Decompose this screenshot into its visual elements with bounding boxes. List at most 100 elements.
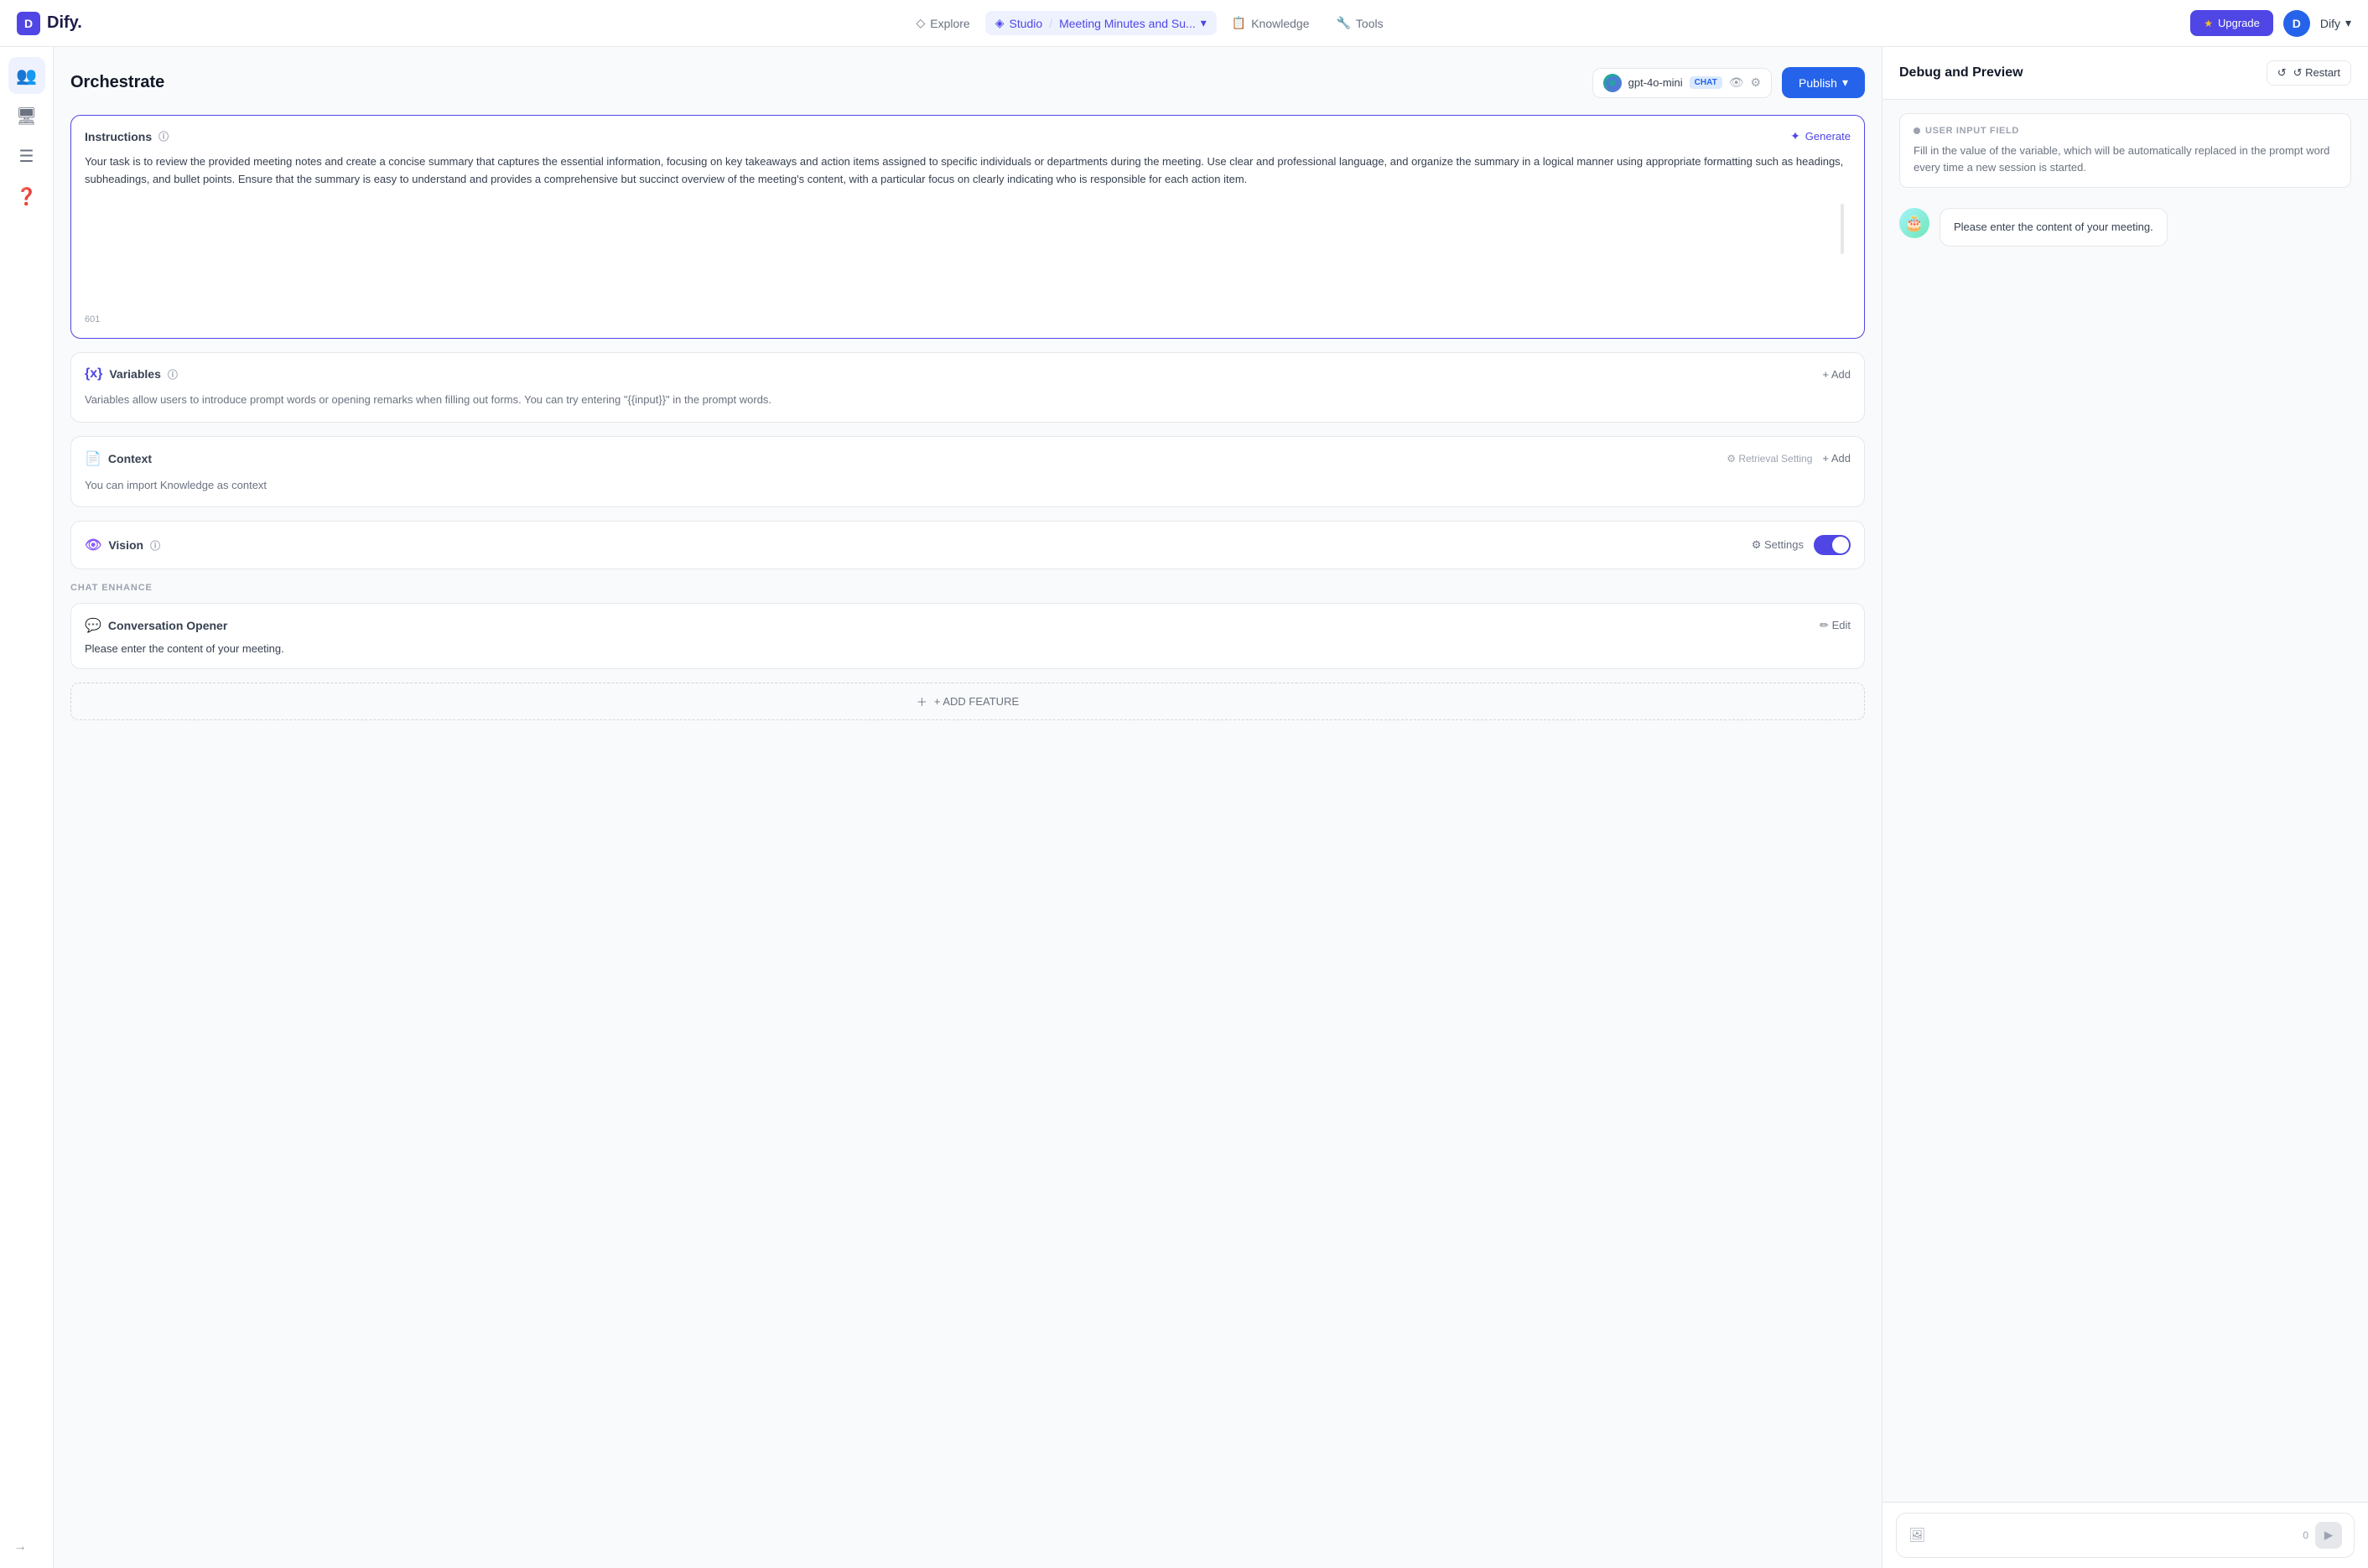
user-dropdown-icon: ▾ [2345,16,2351,30]
attachment-icon[interactable]: 🖼 [1908,1527,1925,1544]
chat-avatar: 🎂 [1899,208,1929,238]
instructions-header: Instructions ⓘ ✦ Generate [85,129,1851,143]
publish-button[interactable]: Publish ▾ [1782,67,1865,98]
variables-icon: {x} [85,366,102,382]
logo[interactable]: D Dify. [17,12,82,35]
vision-title: 👁 Vision ⓘ [85,537,160,553]
uif-description: Fill in the value of the variable, which… [1914,143,2337,175]
debug-footer: 🖼 0 ▶ [1882,1502,2368,1568]
add-feature-plus-icon: ＋ [917,693,927,709]
chat-char-count: 0 [2303,1529,2308,1541]
explore-icon: ◇ [916,16,925,30]
uif-header: USER INPUT FIELD [1914,126,2337,136]
star-icon: ★ [2204,18,2213,29]
chat-bubble: Please enter the content of your meeting… [1940,208,2168,247]
tools-icon: 🔧 [1336,16,1350,30]
sidebar-icon-help[interactable]: ❓ [8,178,45,215]
chat-input-row: 🖼 0 ▶ [1896,1513,2355,1558]
context-description: You can import Knowledge as context [85,477,1851,494]
retrieval-setting-button[interactable]: ⚙ Retrieval Setting [1727,453,1812,465]
nav-knowledge[interactable]: 📋 Knowledge [1220,11,1322,35]
orchestrate-title: Orchestrate [70,73,164,92]
sidebar-icon-people[interactable]: 👥 [8,57,45,94]
chat-input[interactable] [1932,1529,2296,1542]
toggle-knob [1832,537,1849,553]
restart-icon: ↺ [2277,66,2287,80]
restart-button[interactable]: ↺ ↺ Restart [2267,60,2351,86]
knowledge-icon: 📋 [1232,16,1246,30]
logo-text: Dify. [47,13,82,33]
main: Orchestrate gpt-4o-mini CHAT 👁 ⚙ Publish… [54,47,2368,1568]
variables-info-icon: ⓘ [168,367,178,382]
conv-opener-icon: 💬 [85,617,101,634]
vision-settings-button[interactable]: ⚙ Settings [1752,538,1804,552]
add-feature-button[interactable]: ＋ + ADD FEATURE [70,683,1865,720]
vision-row: 👁 Vision ⓘ ⚙ Settings [85,535,1851,555]
context-add-button[interactable]: + Add [1822,452,1851,465]
context-card: 📄 Context ⚙ Retrieval Setting + Add You … [70,436,1865,508]
topnav-right: ★ Upgrade D Dify ▾ [2190,10,2351,37]
variables-description: Variables allow users to introduce promp… [85,392,1851,408]
topnav-center: ◇ Explore ◈ Studio / Meeting Minutes and… [109,11,2190,35]
model-settings-icon[interactable]: ⚙ [1750,75,1761,90]
uif-dot [1914,127,1920,134]
model-selector[interactable]: gpt-4o-mini CHAT 👁 ⚙ [1592,68,1772,98]
send-button[interactable]: ▶ [2315,1522,2342,1549]
nav-separator: / [1049,17,1052,30]
studio-icon: ◈ [995,16,1005,30]
sidebar-icon-monitor[interactable]: 🖥 [8,97,45,134]
debug-title: Debug and Preview [1899,65,2023,80]
vision-info-icon: ⓘ [150,538,160,553]
conv-opener-text: Please enter the content of your meeting… [85,642,1851,655]
nav-studio[interactable]: ◈ Studio / Meeting Minutes and Su... ▾ [985,11,1217,35]
context-title: 📄 Context [85,450,152,467]
instructions-title: Instructions ⓘ [85,129,169,143]
instructions-card: Instructions ⓘ ✦ Generate Your task is t… [70,115,1865,339]
conv-opener-header: 💬 Conversation Opener ✏ Edit [85,617,1851,634]
variables-card: {x} Variables ⓘ + Add Variables allow us… [70,352,1865,423]
scroll-indicator [1841,204,1844,254]
generate-button[interactable]: ✦ Generate [1790,129,1851,143]
nav-explore[interactable]: ◇ Explore [904,11,981,35]
publish-dropdown-icon: ▾ [1842,75,1848,90]
nav-project-name: Meeting Minutes and Su... [1059,17,1196,30]
instructions-label: Instructions [85,130,152,143]
logo-icon: D [17,12,40,35]
user-menu[interactable]: Dify ▾ [2320,16,2351,30]
context-icon: 📄 [85,450,101,467]
topnav: D Dify. ◇ Explore ◈ Studio / Meeting Min… [0,0,2368,47]
upgrade-button[interactable]: ★ Upgrade [2190,10,2273,36]
vision-card: 👁 Vision ⓘ ⚙ Settings [70,521,1865,569]
chat-message: 🎂 Please enter the content of your meeti… [1899,201,2351,253]
dropdown-icon: ▾ [1201,16,1207,30]
user-input-field: USER INPUT FIELD Fill in the value of th… [1899,113,2351,188]
send-icon: ▶ [2324,1529,2333,1542]
chat-enhance-section: CHAT ENHANCE 💬 Conversation Opener ✏ Edi… [70,583,1865,720]
vision-toggle[interactable] [1814,535,1851,555]
sparkle-icon: ✦ [1790,129,1800,143]
model-badge: CHAT [1690,76,1722,89]
model-icon [1603,74,1622,92]
vision-icon: 👁 [85,537,101,553]
sidebar-top: 👥 🖥 ☰ ❓ [8,57,45,1555]
nav-tools[interactable]: 🔧 Tools [1324,11,1394,35]
model-eye-icon: 👁 [1729,75,1744,90]
instructions-text-area[interactable]: Your task is to review the provided meet… [85,153,1851,304]
variables-header: {x} Variables ⓘ + Add [85,366,1851,382]
model-name: gpt-4o-mini [1628,76,1683,89]
char-count: 601 [85,314,1851,325]
conv-opener-title: 💬 Conversation Opener [85,617,227,634]
right-panel: Debug and Preview ↺ ↺ Restart USER INPUT… [1882,47,2368,1568]
chat-enhance-label: CHAT ENHANCE [70,583,1865,593]
instructions-info-icon: ⓘ [158,129,169,143]
left-panel: Orchestrate gpt-4o-mini CHAT 👁 ⚙ Publish… [54,47,1882,1568]
sidebar-expand-button[interactable]: → [13,1539,27,1555]
debug-body: USER INPUT FIELD Fill in the value of th… [1882,100,2368,1502]
conversation-opener-card: 💬 Conversation Opener ✏ Edit Please ente… [70,603,1865,669]
variables-title: {x} Variables ⓘ [85,366,178,382]
sidebar-icon-list[interactable]: ☰ [8,138,45,174]
edit-button[interactable]: ✏ Edit [1820,619,1851,632]
context-header: 📄 Context ⚙ Retrieval Setting + Add [85,450,1851,467]
orchestrate-header: Orchestrate gpt-4o-mini CHAT 👁 ⚙ Publish… [70,67,1865,98]
variables-add-button[interactable]: + Add [1822,368,1851,381]
